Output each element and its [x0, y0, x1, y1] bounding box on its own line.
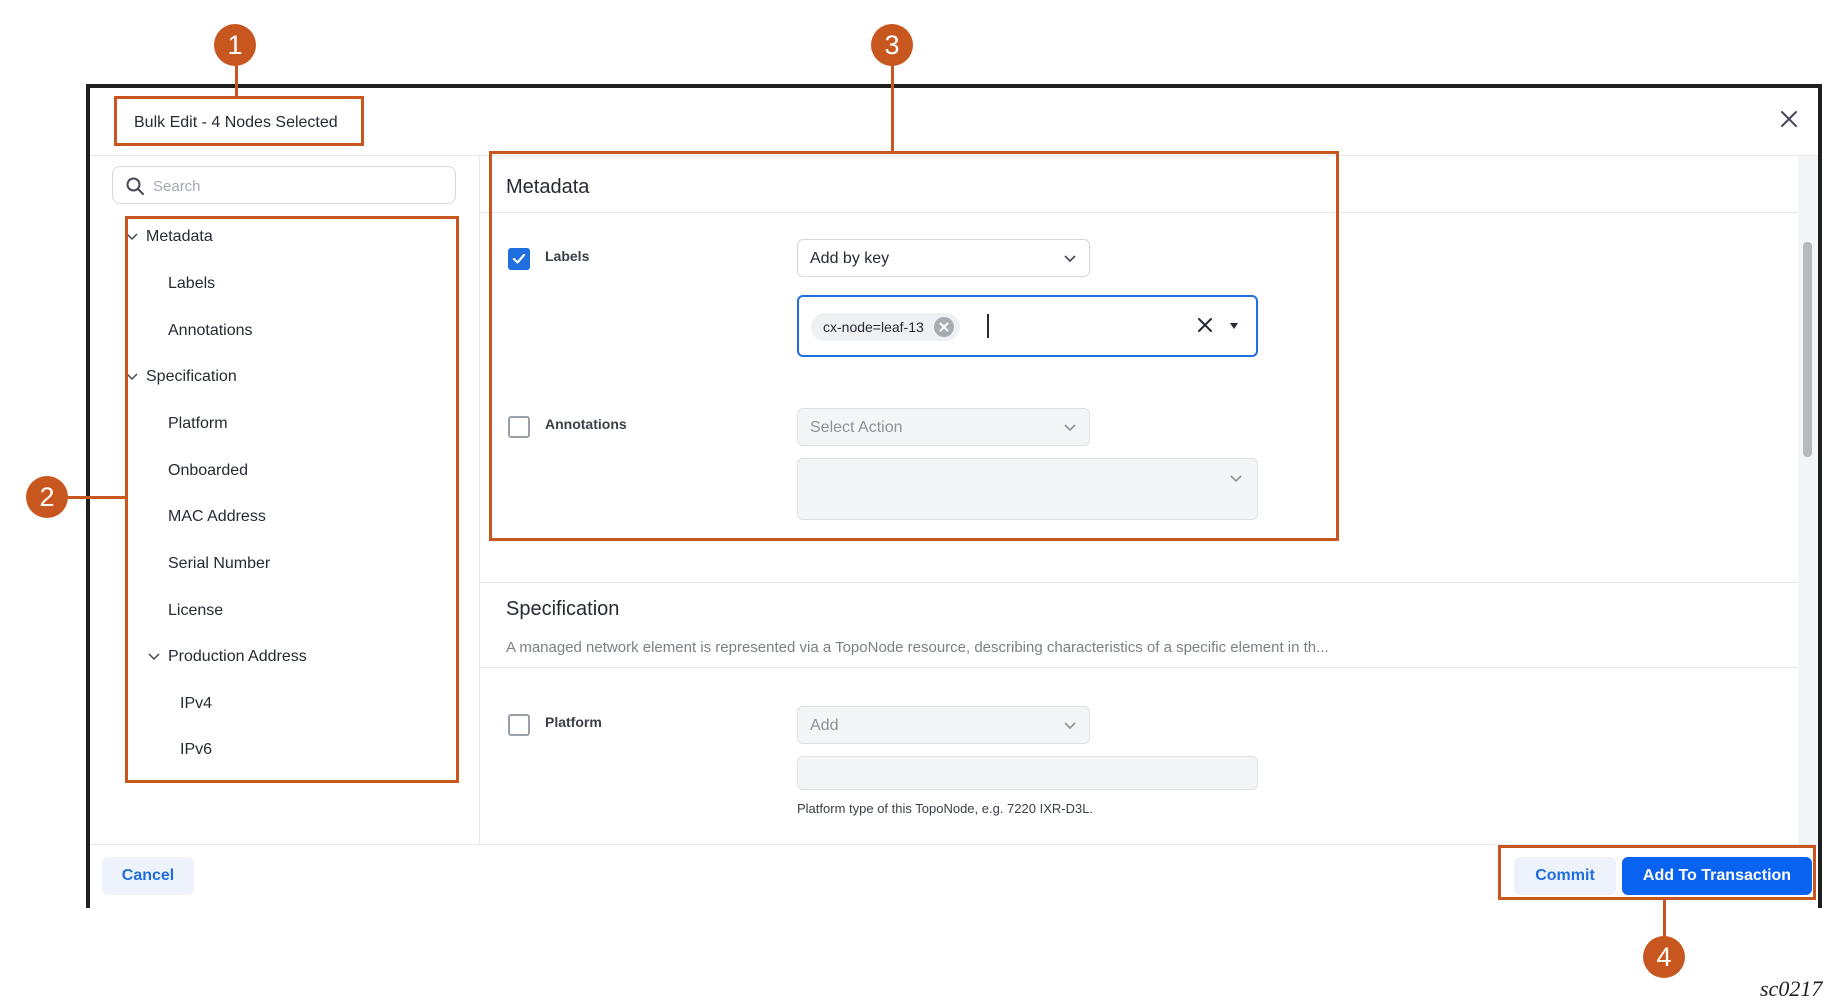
scrollbar-thumb[interactable] — [1803, 242, 1812, 457]
annotations-action-select[interactable]: Select Action — [797, 408, 1090, 446]
sidebar-item-labels[interactable]: Labels — [168, 275, 215, 293]
specification-description: A managed network element is represented… — [506, 639, 1329, 656]
annotations-checkbox[interactable] — [508, 416, 530, 438]
labels-checkbox[interactable] — [508, 248, 530, 270]
text-cursor — [987, 314, 989, 338]
commit-button[interactable]: Commit — [1514, 857, 1616, 895]
modal-header: Bulk Edit - 4 Nodes Selected — [90, 88, 1818, 156]
callout-leader-1 — [235, 64, 238, 96]
sidebar-item-metadata[interactable]: Metadata — [126, 228, 213, 246]
sidebar-item-specification[interactable]: Specification — [126, 368, 237, 386]
sidebar-item-ipv4[interactable]: IPv4 — [180, 695, 212, 713]
form-content: Metadata Labels Add by key cx-node=leaf-… — [480, 156, 1798, 844]
chevron-down-icon — [148, 650, 160, 664]
sidebar-item-platform[interactable]: Platform — [168, 415, 228, 433]
platform-hint: Platform type of this TopoNode, e.g. 722… — [797, 801, 1094, 816]
content-scrollbar[interactable] — [1798, 156, 1818, 844]
callout-leader-3 — [891, 64, 894, 151]
close-button[interactable] — [1774, 104, 1804, 134]
sidebar-item-label: Production Address — [168, 648, 307, 665]
modal-footer: Cancel Commit Add To Transaction — [90, 844, 1818, 908]
caret-down-icon[interactable] — [1227, 319, 1241, 333]
sidebar-item-annotations[interactable]: Annotations — [168, 322, 253, 340]
chevron-down-icon — [126, 370, 138, 384]
sidebar: Metadata Labels Annotations Specificatio… — [90, 156, 480, 844]
divider — [480, 582, 1798, 583]
sidebar-item-onboarded[interactable]: Onboarded — [168, 462, 248, 480]
callout-number-2: 2 — [26, 476, 68, 518]
platform-action-select[interactable]: Add — [797, 706, 1090, 744]
chevron-down-icon — [1064, 424, 1076, 432]
platform-checkbox[interactable] — [508, 714, 530, 736]
add-to-transaction-button[interactable]: Add To Transaction — [1622, 857, 1812, 895]
metadata-section-title: Metadata — [506, 176, 590, 198]
labels-field-label: Labels — [545, 248, 590, 264]
select-value: Add by key — [810, 250, 890, 267]
modal-title: Bulk Edit - 4 Nodes Selected — [134, 114, 338, 131]
sidebar-item-label: Specification — [146, 368, 237, 385]
bulk-edit-modal: Bulk Edit - 4 Nodes Selected Metadata La… — [86, 84, 1822, 908]
search-input[interactable] — [153, 175, 443, 197]
figure-id: sc0217 — [1760, 976, 1823, 1001]
labels-action-select[interactable]: Add by key — [797, 239, 1090, 277]
specification-section-title: Specification — [506, 598, 620, 620]
clear-icon[interactable] — [1193, 313, 1217, 337]
select-placeholder: Select Action — [810, 419, 903, 436]
tag-chip-text: cx-node=leaf-13 — [823, 319, 924, 335]
close-icon — [1781, 111, 1797, 127]
cancel-button[interactable]: Cancel — [102, 857, 194, 895]
divider — [480, 667, 1798, 668]
search-box[interactable] — [112, 166, 456, 204]
callout-leader-2 — [68, 496, 125, 499]
sidebar-item-production-address[interactable]: Production Address — [148, 648, 307, 666]
tag-chip: cx-node=leaf-13 — [811, 313, 960, 341]
platform-value-field[interactable] — [797, 756, 1258, 790]
annotations-value-field[interactable] — [797, 458, 1258, 520]
chevron-down-icon — [1230, 475, 1242, 483]
callout-number-1: 1 — [214, 24, 256, 66]
sidebar-item-ipv6[interactable]: IPv6 — [180, 741, 212, 759]
annotations-field-label: Annotations — [545, 416, 627, 432]
sidebar-item-label: Metadata — [146, 228, 213, 245]
select-value: Add — [810, 717, 839, 734]
sidebar-item-license[interactable]: License — [168, 602, 223, 620]
chevron-down-icon — [1064, 255, 1076, 263]
callout-leader-4 — [1663, 900, 1666, 938]
remove-tag-icon[interactable] — [933, 317, 954, 337]
divider — [480, 212, 1798, 213]
labels-tag-input[interactable]: cx-node=leaf-13 — [797, 295, 1258, 357]
sidebar-item-serial-number[interactable]: Serial Number — [168, 555, 270, 573]
search-icon — [126, 177, 144, 195]
callout-number-4: 4 — [1643, 936, 1685, 978]
chevron-down-icon — [126, 230, 138, 244]
chevron-down-icon — [1064, 722, 1076, 730]
checkmark-icon — [512, 253, 526, 264]
platform-field-label: Platform — [545, 714, 602, 730]
sidebar-item-mac-address[interactable]: MAC Address — [168, 508, 266, 526]
callout-number-3: 3 — [871, 24, 913, 66]
